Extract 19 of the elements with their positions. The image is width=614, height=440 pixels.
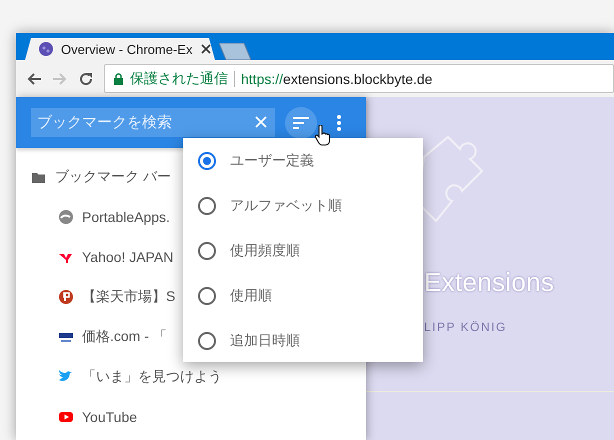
url-text: https://extensions.blockbyte.de — [241, 70, 432, 86]
address-bar[interactable]: 保護された通信 https://extensions.blockbyte.de — [104, 64, 614, 93]
bookmark-item[interactable]: Yahoo! JAPAN — [82, 249, 174, 265]
browser-tab[interactable]: Overview - Chrome-Ex — [25, 38, 215, 60]
bookmark-item[interactable]: 「いま」を見つけよう — [82, 368, 222, 386]
sort-option[interactable]: 使用頻度順 — [230, 242, 300, 260]
sort-option[interactable]: 使用順 — [230, 286, 272, 304]
tab-title: Overview - Chrome-Ex — [61, 42, 192, 56]
bookmark-item[interactable]: YouTube — [82, 409, 138, 425]
bookmark-item[interactable]: 価格.com - 「 — [82, 328, 167, 346]
author-name: LIPP KÖNIG — [424, 320, 507, 334]
sort-option[interactable]: アルファベット順 — [230, 196, 342, 214]
bookmark-item[interactable]: 【楽天市場】S — [82, 288, 176, 306]
sort-option[interactable]: 追加日時順 — [230, 332, 300, 350]
sort-option[interactable]: ユーザー定義 — [230, 152, 314, 170]
search-field[interactable]: ブックマークを検索 — [31, 108, 275, 137]
bookmark-item[interactable]: PortableApps. — [82, 209, 170, 225]
folder-item[interactable]: ブックマーク バー — [55, 168, 171, 186]
secure-label: 保護された通信 — [130, 70, 228, 88]
